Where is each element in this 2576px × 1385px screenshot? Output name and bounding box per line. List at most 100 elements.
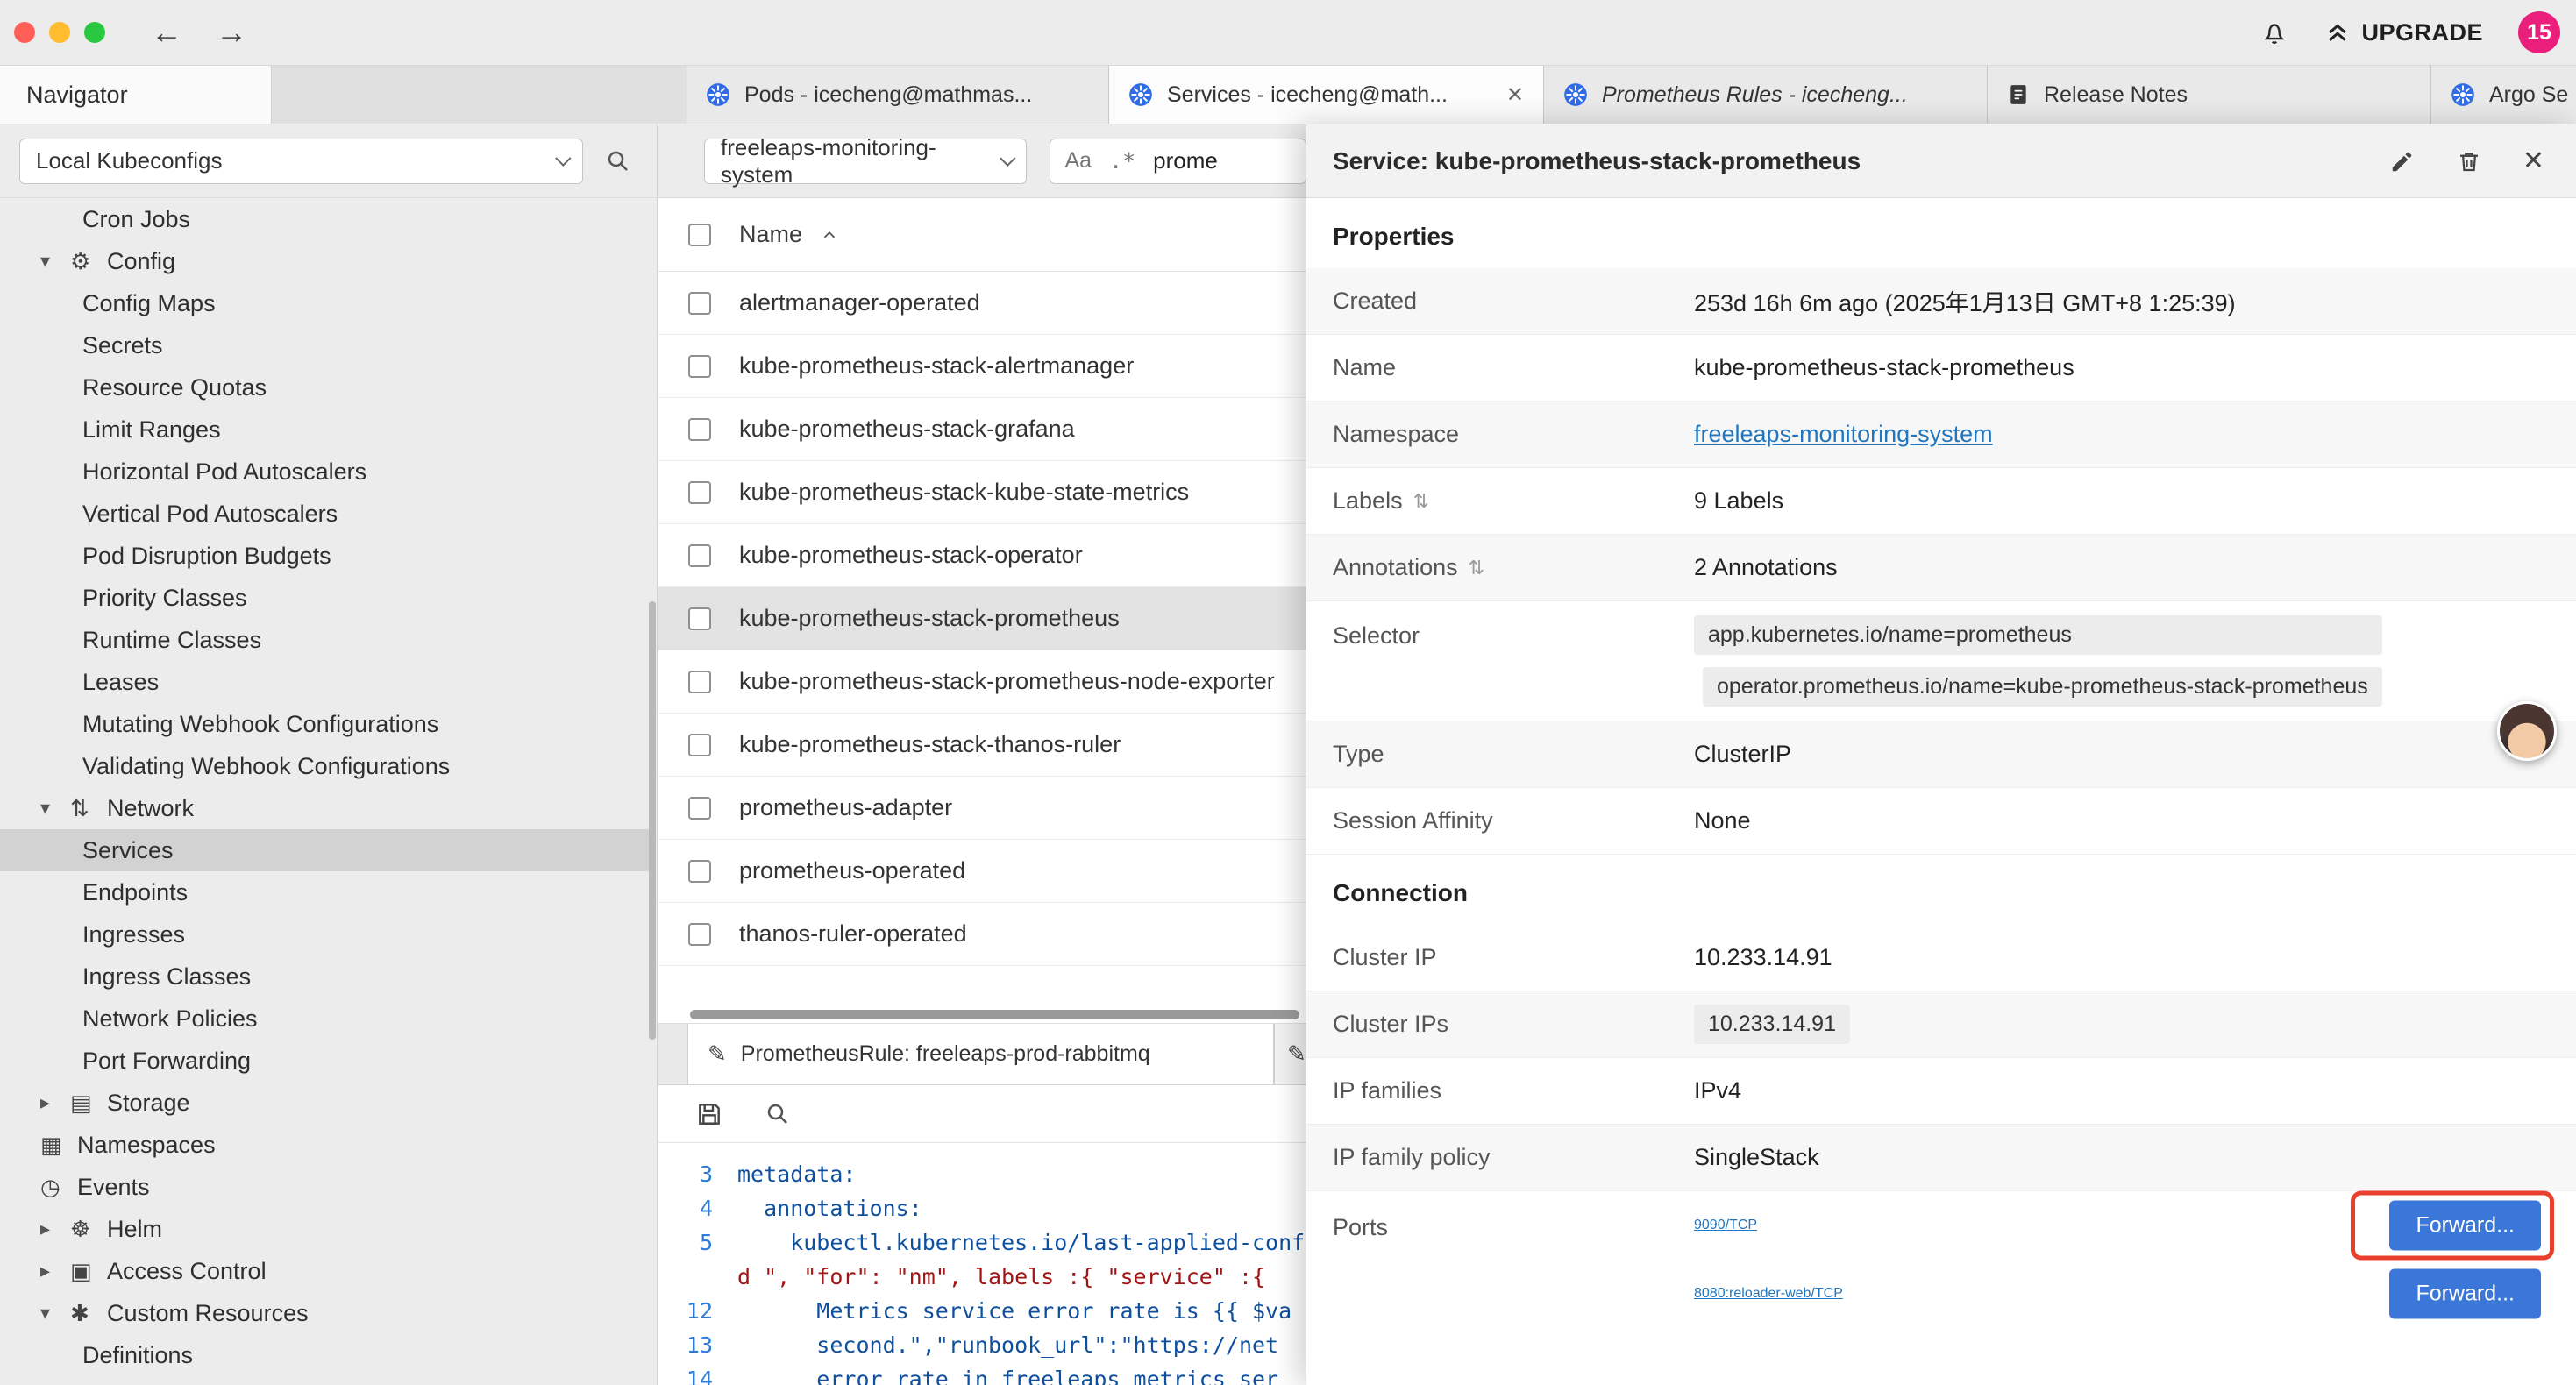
navigator-title: Navigator <box>26 82 128 109</box>
expand-updown-icon[interactable]: ⇅ <box>1413 490 1429 513</box>
sidebar-item[interactable]: Limit Ranges <box>0 408 650 451</box>
delete-trash-icon[interactable] <box>2456 148 2482 174</box>
port-link-9090[interactable]: 9090/TCP <box>1694 1218 1757 1233</box>
row-checkbox[interactable] <box>688 860 711 883</box>
sidebar-item[interactable]: Horizontal Pod Autoscalers <box>0 451 650 493</box>
back-icon[interactable]: ← <box>151 14 182 51</box>
table-row[interactable]: prometheus-operated <box>658 840 1306 903</box>
forward-icon[interactable]: → <box>216 14 247 51</box>
sidebar-item[interactable]: Port Forwarding <box>0 1040 650 1082</box>
user-avatar[interactable] <box>2497 701 2557 761</box>
tab-pods[interactable]: Pods - icecheng@mathmas... <box>687 66 1109 124</box>
yaml-editor[interactable]: 3 metadata: 4 annotations: 5 kubectl.kub… <box>658 1143 1306 1385</box>
sidebar-item[interactable]: Secrets <box>0 324 650 366</box>
sidebar-item[interactable]: ▸ ▤ Storage <box>0 1082 650 1124</box>
tab-prometheus-rules[interactable]: Prometheus Rules - icecheng... <box>1544 66 1988 124</box>
close-panel-icon[interactable]: ✕ <box>2523 146 2544 176</box>
editor-search-icon[interactable] <box>758 1095 797 1133</box>
sidebar-item[interactable]: ▦ Namespaces <box>0 1124 650 1166</box>
sidebar-item[interactable]: ▸ ☸ Helm <box>0 1208 650 1250</box>
table-row[interactable]: thanos-ruler-operated <box>658 903 1306 966</box>
upgrade-button[interactable]: UPGRADE <box>2324 19 2483 46</box>
sidebar-item[interactable]: Endpoints <box>0 871 650 913</box>
dock-tab-prometheusrule[interactable]: ✎ PrometheusRule: freeleaps-prod-rabbitm… <box>687 1024 1274 1084</box>
table-row[interactable]: kube-prometheus-stack-prometheus-node-ex… <box>658 650 1306 714</box>
sidebar-scrollbar[interactable] <box>648 198 657 1385</box>
match-case-toggle[interactable]: Aa <box>1064 148 1092 174</box>
table-row[interactable]: kube-prometheus-stack-thanos-ruler <box>658 714 1306 777</box>
table-row[interactable]: alertmanager-operated <box>658 272 1306 335</box>
sidebar-item[interactable]: Definitions <box>0 1334 650 1376</box>
sidebar-item[interactable]: Pod Disruption Budgets <box>0 535 650 577</box>
minimize-window-button[interactable] <box>49 22 70 43</box>
detail-panel-title: Service: kube-prometheus-stack-prometheu… <box>1333 147 1861 175</box>
sidebar-item[interactable]: Runtime Classes <box>0 619 650 661</box>
sidebar-item[interactable]: Leases <box>0 661 650 703</box>
sort-ascending-icon[interactable] <box>820 225 839 245</box>
close-window-button[interactable] <box>14 22 35 43</box>
tab-bar: Navigator Pods - icecheng@mathmas... Ser… <box>0 66 2576 124</box>
expand-updown-icon[interactable]: ⇅ <box>1469 557 1484 579</box>
sidebar-item[interactable]: Services <box>0 829 650 871</box>
row-checkbox[interactable] <box>688 292 711 315</box>
table-row[interactable]: prometheus-adapter <box>658 777 1306 840</box>
sidebar-item[interactable]: Cron Jobs <box>0 198 650 240</box>
save-icon[interactable] <box>690 1095 729 1133</box>
sidebar-item[interactable]: Validating Webhook Configurations <box>0 745 650 787</box>
horizontal-scrollbar[interactable] <box>658 1006 1306 1024</box>
forward-button-8080[interactable]: Forward... <box>2389 1269 2541 1319</box>
tree-chevron-icon: ▸ <box>40 1218 70 1240</box>
regex-toggle[interactable]: .* <box>1109 148 1135 174</box>
code-line: 12 Metrics service error rate is {{ $va <box>658 1294 1306 1328</box>
row-checkbox[interactable] <box>688 355 711 378</box>
row-checkbox[interactable] <box>688 481 711 504</box>
kubeconfig-selector[interactable]: Local Kubeconfigs <box>19 138 583 184</box>
scrollbar-thumb[interactable] <box>649 601 656 1040</box>
sidebar-search-icon[interactable] <box>599 142 637 181</box>
table-row[interactable]: kube-prometheus-stack-operator <box>658 524 1306 587</box>
row-checkbox[interactable] <box>688 607 711 630</box>
maximize-window-button[interactable] <box>84 22 105 43</box>
row-checkbox[interactable] <box>688 797 711 820</box>
notification-count-badge[interactable]: 15 <box>2518 11 2560 53</box>
notifications-bell-icon[interactable] <box>2259 18 2289 47</box>
sidebar-item[interactable]: ▾ ✱ Custom Resources <box>0 1292 650 1334</box>
namespace-selector[interactable]: freeleaps-monitoring-system <box>704 138 1027 184</box>
tab-argo[interactable]: Argo Se <box>2431 66 2576 124</box>
edit-pencil-icon[interactable] <box>2389 148 2416 174</box>
table-row[interactable]: kube-prometheus-stack-kube-state-metrics <box>658 461 1306 524</box>
scrollbar-thumb[interactable] <box>690 1010 1299 1019</box>
name-column-header[interactable]: Name <box>739 221 802 248</box>
sidebar-item[interactable]: ▾ ⚙ Config <box>0 240 650 282</box>
sidebar-item[interactable]: Ingress Classes <box>0 955 650 998</box>
sidebar-item[interactable]: Vertical Pod Autoscalers <box>0 493 650 535</box>
table-row[interactable]: kube-prometheus-stack-alertmanager <box>658 335 1306 398</box>
row-checkbox[interactable] <box>688 671 711 693</box>
list-search-input[interactable]: Aa .* prome <box>1050 138 1306 184</box>
upgrade-chevrons-icon <box>2324 19 2351 46</box>
sidebar-item[interactable]: Network Policies <box>0 998 650 1040</box>
close-tab-icon[interactable]: ✕ <box>1494 82 1524 108</box>
row-checkbox[interactable] <box>688 923 711 946</box>
row-checkbox[interactable] <box>688 418 711 441</box>
tab-release-notes[interactable]: Release Notes <box>1988 66 2431 124</box>
row-checkbox[interactable] <box>688 544 711 567</box>
table-row[interactable]: kube-prometheus-stack-grafana <box>658 398 1306 461</box>
row-label: Cluster IP <box>1333 944 1694 971</box>
tab-services[interactable]: Services - icecheng@math... ✕ <box>1109 66 1544 124</box>
row-checkbox[interactable] <box>688 734 711 756</box>
dock-tab-next-partial[interactable]: ✎ <box>1274 1024 1306 1084</box>
sidebar-item[interactable]: Mutating Webhook Configurations <box>0 703 650 745</box>
sidebar-item[interactable]: Config Maps <box>0 282 650 324</box>
sidebar-item[interactable]: ◷ Events <box>0 1166 650 1208</box>
port-link-8080[interactable]: 8080:reloader-web/TCP <box>1694 1286 1843 1302</box>
sidebar-item[interactable]: Resource Quotas <box>0 366 650 408</box>
sidebar-item[interactable]: ▾ ⇅ Network <box>0 787 650 829</box>
sidebar-item[interactable]: ▸ ▣ Access Control <box>0 1250 650 1292</box>
select-all-checkbox[interactable] <box>688 224 711 246</box>
table-row[interactable]: kube-prometheus-stack-prometheus <box>658 587 1306 650</box>
sidebar-item[interactable]: Ingresses <box>0 913 650 955</box>
namespace-link[interactable]: freeleaps-monitoring-system <box>1694 421 1993 448</box>
sidebar-item[interactable]: Priority Classes <box>0 577 650 619</box>
forward-button-9090[interactable]: Forward... <box>2389 1201 2541 1251</box>
